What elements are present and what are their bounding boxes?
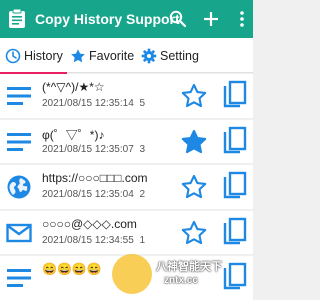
tab-favorite-label: Favorite: [89, 49, 135, 63]
list-item[interactable]: φ(゜▽゜*)♪ 2021/08/15 12:35:07 3: [0, 119, 253, 163]
item-meta: [42, 280, 45, 291]
tab-setting-label: Setting: [160, 49, 199, 63]
star-icon: [71, 49, 85, 63]
globe-icon: [7, 175, 31, 199]
item-text: 😄😄😄😄: [42, 262, 102, 276]
item-meta: 2021/08/15 12:35:14 5: [42, 98, 145, 109]
tab-history[interactable]: History: [0, 38, 67, 74]
app-bar: Copy History Support: [0, 0, 253, 38]
tab-favorite[interactable]: Favorite: [67, 38, 137, 73]
item-count: 2: [139, 189, 146, 200]
clipboard-app-icon: [9, 8, 25, 28]
app-title: Copy History Support: [35, 11, 180, 27]
tab-setting[interactable]: Setting: [137, 38, 227, 73]
list-item[interactable]: https://○○○□□□.com 2021/08/15 12:35:04 2: [0, 165, 253, 209]
history-list: (*^▽^)/★*☆ 2021/08/15 12:35:14 5 φ(゜▽゜*)…: [0, 74, 253, 300]
tab-history-label: History: [24, 49, 63, 63]
star-filled-icon[interactable]: [180, 128, 208, 156]
add-icon[interactable]: [201, 9, 221, 29]
clock-icon: [5, 48, 21, 64]
search-icon[interactable]: [168, 9, 188, 29]
item-date: 2021/08/15 12:35:07: [42, 143, 134, 155]
item-date: 2021/08/15 12:35:04: [42, 189, 134, 200]
item-text: (*^▽^)/★*☆: [42, 80, 105, 94]
item-meta: 2021/08/15 12:35:04 2: [42, 189, 145, 200]
item-date: 2021/08/15 12:34:55: [42, 234, 134, 246]
mail-icon: [6, 223, 32, 242]
item-count: 1: [139, 234, 146, 246]
item-count: 5: [139, 98, 146, 109]
text-lines-icon: [7, 132, 31, 151]
tab-bar: History Favorite Setting: [0, 38, 253, 74]
star-outline-icon[interactable]: [180, 173, 208, 201]
item-text: https://○○○□□□.com: [42, 171, 148, 185]
item-meta: 2021/08/15 12:34:55 1: [42, 235, 145, 246]
item-text: ○○○○@◇◇◇.com: [42, 216, 137, 231]
star-outline-icon[interactable]: [180, 219, 208, 247]
gear-icon: [141, 48, 157, 64]
item-count: 3: [139, 143, 146, 155]
list-item[interactable]: ○○○○@◇◇◇.com 2021/08/15 12:34:55 1: [0, 210, 253, 254]
item-text: φ(゜▽゜*)♪: [42, 127, 105, 142]
copy-icon[interactable]: [222, 217, 248, 247]
list-item[interactable]: (*^▽^)/★*☆ 2021/08/15 12:35:14 5: [0, 74, 253, 118]
item-meta: 2021/08/15 12:35:07 3: [42, 144, 145, 155]
list-item[interactable]: 😄😄😄😄: [0, 256, 253, 300]
item-date: 2021/08/15 12:35:14: [42, 98, 134, 109]
more-vert-icon[interactable]: [232, 9, 252, 29]
copy-icon[interactable]: [222, 171, 248, 201]
copy-icon[interactable]: [222, 126, 248, 156]
star-outline-icon[interactable]: [180, 82, 208, 110]
copy-icon[interactable]: [222, 262, 248, 292]
text-lines-icon: [7, 87, 31, 105]
copy-icon[interactable]: [222, 80, 248, 110]
text-lines-icon: [7, 269, 31, 287]
